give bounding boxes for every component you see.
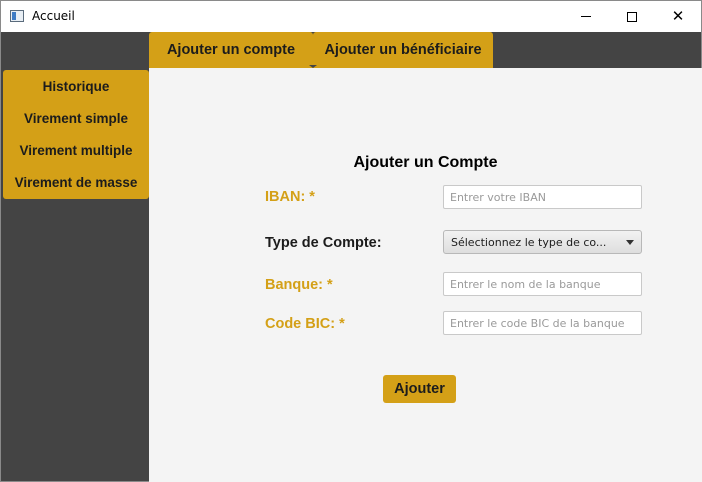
tab-ajouter-beneficiaire[interactable]: Ajouter un bénéficiaire — [313, 32, 493, 68]
bank-input[interactable] — [443, 272, 642, 296]
dropdown-arrow-icon — [626, 240, 634, 245]
main-content: Ajouter un Compte IBAN: * Type de Compte… — [149, 68, 702, 482]
window-title: Accueil — [32, 9, 75, 23]
sidebar-item-virement-simple[interactable]: Virement simple — [3, 102, 149, 134]
maximize-button[interactable] — [609, 1, 655, 32]
close-button[interactable]: ✕ — [655, 1, 701, 32]
sidebar-item-historique[interactable]: Historique — [3, 70, 149, 102]
minimize-icon — [581, 16, 591, 17]
app-window-icon — [10, 10, 24, 22]
sidebar-item-virement-masse[interactable]: Virement de masse — [3, 166, 149, 198]
tab-ajouter-compte[interactable]: Ajouter un compte — [149, 32, 313, 68]
iban-label: IBAN: * — [265, 189, 315, 205]
maximize-icon — [627, 11, 637, 22]
account-type-select[interactable]: Sélectionnez le type de co... — [443, 230, 642, 254]
sidebar-item-virement-multiple[interactable]: Virement multiple — [3, 134, 149, 166]
bic-input[interactable] — [443, 311, 642, 335]
form-title: Ajouter un Compte — [353, 154, 498, 171]
sidebar: Historique Virement simple Virement mult… — [3, 70, 149, 199]
add-account-button[interactable]: Ajouter — [383, 375, 456, 403]
account-type-label: Type de Compte: — [265, 235, 382, 251]
close-icon: ✕ — [671, 7, 685, 25]
tab-bar: Ajouter un compte Ajouter un bénéficiair… — [149, 32, 493, 68]
bic-label: Code BIC: * — [265, 316, 345, 332]
minimize-button[interactable] — [563, 1, 609, 32]
app-window: Accueil ✕ Ajouter un compte Ajouter un b… — [0, 0, 702, 482]
iban-input[interactable] — [443, 185, 642, 209]
title-bar: Accueil ✕ — [1, 1, 701, 32]
account-type-selected: Sélectionnez le type de co... — [451, 235, 607, 249]
bank-label: Banque: * — [265, 277, 333, 293]
